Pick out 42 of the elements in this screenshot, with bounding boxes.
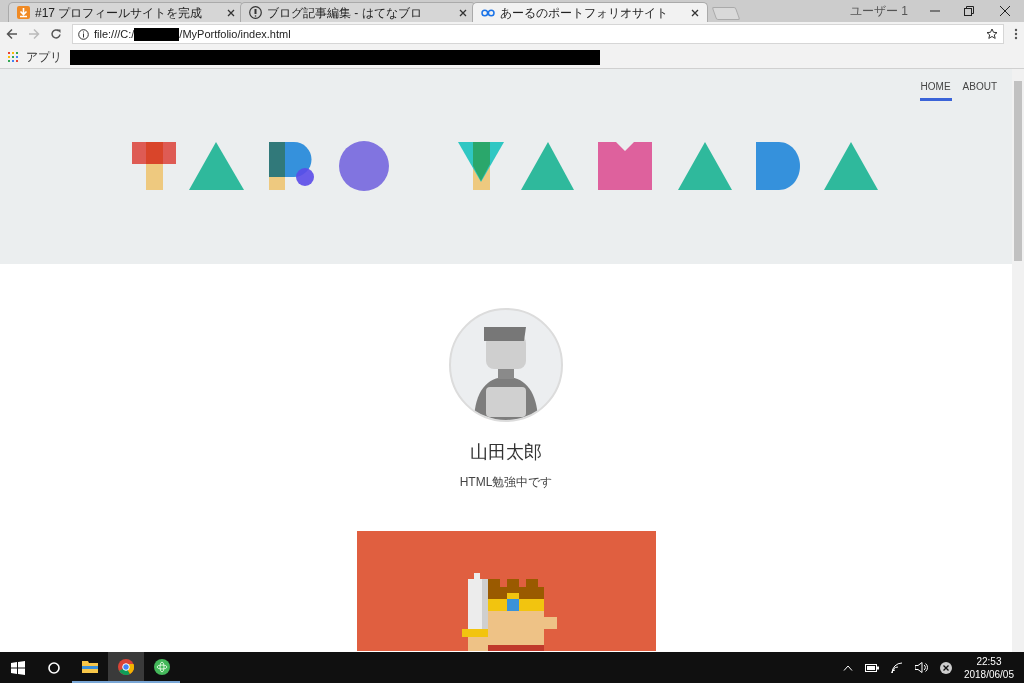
chevron-up-icon[interactable] [842, 664, 853, 671]
tab-title: ブログ記事編集 - はてなブロ [267, 4, 423, 22]
infinity-icon [481, 8, 495, 17]
nav-link[interactable]: HOME [919, 79, 952, 101]
volume-icon[interactable] [914, 662, 928, 673]
wifi-icon[interactable] [890, 661, 903, 674]
clock-date: 2018/06/05 [963, 667, 1014, 681]
taskbar-app[interactable] [108, 652, 144, 683]
close-icon[interactable] [227, 8, 235, 17]
close-icon[interactable] [459, 8, 467, 17]
windows-icon [11, 660, 25, 675]
browser-icon [118, 658, 134, 675]
star-icon[interactable] [986, 28, 998, 40]
redaction-bar [134, 27, 180, 41]
notification-icon[interactable] [939, 661, 952, 674]
url-text: file:///C:/ [94, 26, 135, 42]
profile-tagline: HTML勉強中です [459, 474, 553, 491]
user-name[interactable]: ユーザー 1 [850, 2, 908, 20]
clock-time: 22:53 [976, 654, 1002, 668]
tab-title: あーるのポートフォリオサイト [500, 4, 669, 22]
reload-icon[interactable] [50, 28, 62, 40]
atom-icon [154, 658, 170, 675]
nav-link[interactable]: ABOUT [961, 79, 998, 101]
battery-icon[interactable] [864, 663, 879, 672]
restore-icon[interactable] [964, 6, 974, 16]
url-text: /MyPortfolio/index.html [179, 26, 292, 42]
download-icon [17, 6, 30, 19]
bookmark-label[interactable]: アプリ [26, 48, 62, 66]
apps-icon[interactable] [8, 52, 18, 62]
menu-icon[interactable] [1014, 28, 1018, 40]
tab-title: #17 プロフィールサイトを完成 [35, 4, 204, 22]
profile-name: 山田太郎 [470, 441, 542, 464]
browser-tab[interactable]: あーるのポートフォリオサイト [472, 2, 708, 22]
circle-icon [48, 661, 60, 674]
address-bar[interactable]: file:///C:/ /MyPortfolio/index.html [72, 24, 1004, 44]
close-icon[interactable] [1000, 6, 1010, 16]
close-icon[interactable] [691, 8, 699, 17]
folder-icon [82, 660, 98, 673]
clock[interactable]: 22:53 2018/06/05 [963, 654, 1014, 681]
info-icon [78, 28, 89, 40]
back-icon[interactable] [6, 28, 18, 40]
scrollbar[interactable] [1012, 69, 1024, 652]
